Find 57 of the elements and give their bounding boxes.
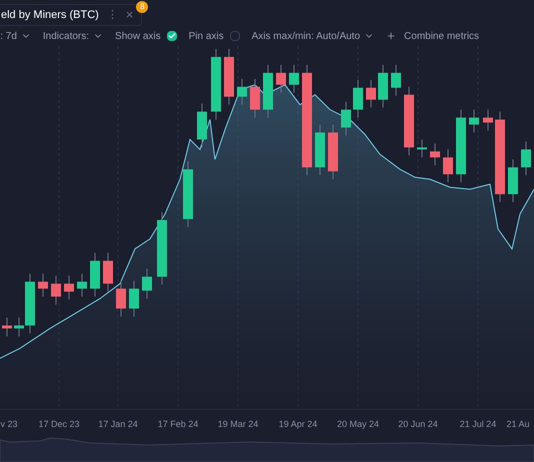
- close-button[interactable]: ×: [126, 5, 134, 25]
- axis-label: 17 Feb 24: [158, 418, 198, 431]
- candle: [276, 64, 286, 94]
- candle: [366, 79, 376, 108]
- candle: [353, 79, 363, 118]
- candle: [430, 142, 440, 166]
- axis-label: 19 Mar 24: [218, 418, 258, 431]
- candle: [417, 138, 427, 158]
- candle: [51, 275, 61, 306]
- checkbox-label: Pin axis: [188, 30, 224, 44]
- candle: [64, 275, 74, 300]
- check-icon: [168, 32, 176, 40]
- count-badge: 8: [136, 1, 148, 13]
- candle: [469, 109, 479, 134]
- candle: [197, 103, 207, 148]
- candle: [521, 140, 531, 176]
- candle: [90, 252, 100, 298]
- candle: [183, 160, 193, 228]
- candle: [2, 317, 12, 337]
- candle: [142, 268, 152, 300]
- candle: [77, 273, 87, 298]
- axis-label: 21 Au: [506, 418, 530, 431]
- dropdown-button[interactable]: Indicators:: [42, 28, 104, 44]
- candle: [483, 109, 493, 132]
- candle: [38, 273, 48, 298]
- menu-button[interactable]: ⋮: [106, 6, 118, 24]
- candle: [237, 78, 247, 106]
- dropdown-button[interactable]: Axis max/min: Auto/Auto: [252, 28, 374, 44]
- candle: [443, 148, 453, 183]
- candle: [341, 101, 351, 136]
- candle: [263, 64, 273, 118]
- candle: [289, 64, 299, 94]
- axis-label: 20 May 24: [336, 418, 380, 431]
- combine-metrics-button[interactable]: Combine metrics: [386, 28, 480, 44]
- axis-label: 19 Apr 24: [278, 418, 318, 431]
- candle: [103, 252, 113, 292]
- candle: [315, 124, 325, 176]
- candle: [116, 280, 126, 317]
- axis-label: v 23: [0, 418, 18, 431]
- axis-label: 20 Jun 24: [398, 418, 438, 431]
- axis-label: 17 Jan 24: [98, 418, 138, 431]
- candle: [328, 124, 338, 180]
- candle: [129, 280, 139, 317]
- metric-title: eld by Miners (BTC): [1, 8, 99, 23]
- checkbox[interactable]: [230, 31, 240, 41]
- plus-icon: [386, 31, 396, 41]
- checkbox-label: Show axis: [115, 30, 161, 44]
- axis-label: 21 Jul 24: [460, 418, 496, 431]
- candle: [378, 64, 388, 108]
- candle: [250, 78, 260, 118]
- candle: [391, 64, 401, 96]
- dropdown-button[interactable]: l: 7d: [0, 28, 31, 44]
- checkbox[interactable]: [166, 31, 177, 41]
- candle: [508, 158, 518, 203]
- candle: [224, 48, 234, 106]
- axis-label: 17 Dec 23: [38, 418, 80, 431]
- candle: [404, 86, 414, 156]
